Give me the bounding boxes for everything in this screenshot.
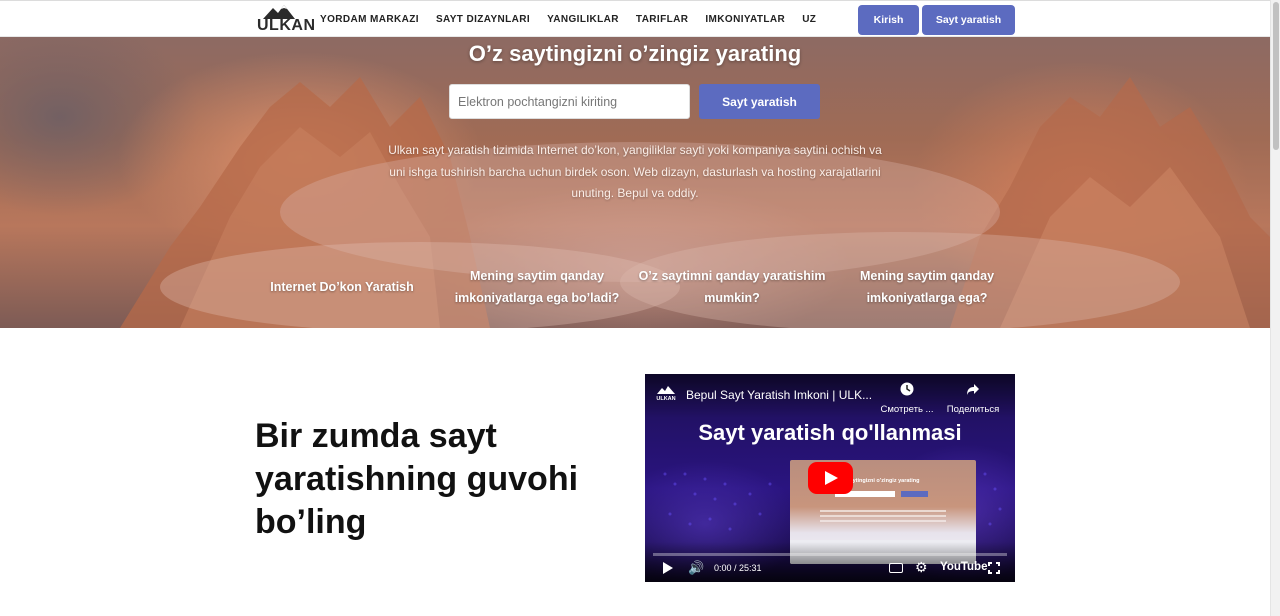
top-navbar: ULKAN YORDAM MARKAZI SAYT DIZAYNLARI YAN… (0, 0, 1270, 37)
logo-text: ULKAN (257, 17, 316, 34)
preview-text-lines (820, 510, 946, 512)
share-label: Поделиться (946, 404, 1000, 415)
hero-link-my-site-features[interactable]: Mening saytim qanday imkoniyatlarga ega? (852, 265, 1002, 309)
video-channel-logo-text: ULKAN (656, 396, 676, 402)
scrollbar-thumb[interactable] (1273, 2, 1279, 150)
watch-later-button[interactable]: Смотреть ... (877, 382, 937, 415)
play-icon[interactable] (663, 562, 673, 574)
page-scrollbar[interactable] (1270, 0, 1280, 616)
menu-item-language[interactable]: UZ (802, 14, 816, 25)
video-channel-logo[interactable]: ULKAN (655, 386, 677, 402)
hero-title: O’z saytingizni o’zingiz yarating (468, 41, 802, 66)
ulkan-logo[interactable]: ULKAN (257, 5, 315, 35)
video-title[interactable]: Bepul Sayt Yaratish Imkoni | ULK... (686, 388, 876, 402)
preview-button (901, 491, 928, 497)
mountain-logo-icon (657, 386, 675, 394)
hero-link-online-store[interactable]: Internet Do’kon Yaratish (262, 276, 422, 298)
captions-icon[interactable] (889, 563, 903, 573)
youtube-video-embed[interactable]: ULKAN Bepul Sayt Yaratish Imkoni | ULK..… (645, 374, 1015, 582)
video-heading: Sayt yaratish qo'llanmasi (698, 420, 962, 445)
menu-item-features[interactable]: IMKONIYATLAR (705, 14, 785, 25)
share-button[interactable]: Поделиться (943, 382, 1003, 415)
clock-icon (877, 382, 937, 400)
login-button[interactable]: Kirish (858, 5, 919, 35)
create-site-nav-button[interactable]: Sayt yaratish (922, 5, 1015, 35)
hero-description: Ulkan sayt yaratish tizimida Internet do… (388, 143, 882, 200)
volume-icon[interactable]: 🔊 (688, 560, 704, 576)
menu-item-help-center[interactable]: YORDAM MARKAZI (320, 14, 419, 25)
youtube-play-button[interactable] (808, 462, 853, 494)
video-time: 0:00 / 25:31 (714, 563, 762, 573)
video-progress-bar[interactable] (653, 553, 1007, 556)
menu-item-site-designs[interactable]: SAYT DIZAYNLARI (436, 14, 530, 25)
fullscreen-icon[interactable] (988, 562, 1000, 574)
gear-icon[interactable]: ⚙ (915, 559, 928, 576)
email-input[interactable] (449, 84, 690, 119)
main-menu: YORDAM MARKAZI SAYT DIZAYNLARI YANGILIKL… (320, 14, 816, 25)
hero-link-how-to-create[interactable]: O’z saytimni qanday yaratishim mumkin? (632, 265, 832, 309)
menu-item-tariffs[interactable]: TARIFLAR (636, 14, 688, 25)
youtube-brand-link[interactable]: YouTube (940, 561, 987, 573)
hero-section: O’z saytingizni o’zingiz yarating Sayt y… (0, 37, 1270, 328)
watch-later-label: Смотреть ... (880, 404, 934, 415)
share-icon (943, 382, 1003, 400)
section-title: Bir zumda sayt yaratishning guvohi bo’li… (255, 417, 579, 541)
create-site-button[interactable]: Sayt yaratish (699, 84, 820, 119)
menu-item-news[interactable]: YANGILIKLAR (547, 14, 619, 25)
hero-link-site-capabilities[interactable]: Mening saytim qanday imkoniyatlarga ega … (452, 265, 622, 309)
